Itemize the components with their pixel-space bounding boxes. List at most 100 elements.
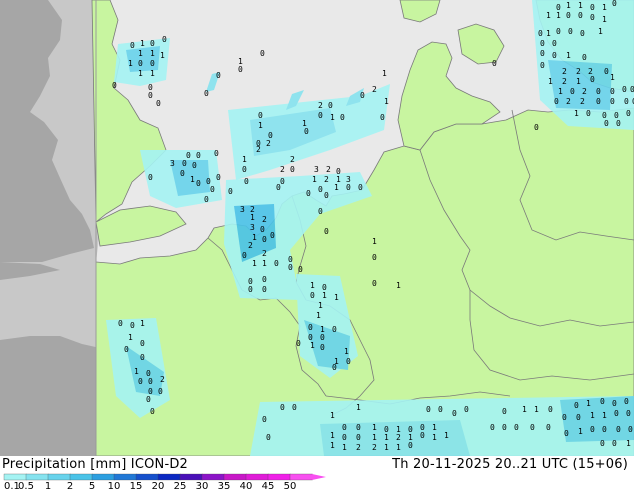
grid-value-label: 0 [260,225,265,234]
grid-value-label: 2 [256,145,261,154]
grid-value-label: 0 [216,71,221,80]
grid-value-label: 1 [444,431,449,440]
grid-value-label: 1 [316,311,321,320]
grid-value-label: 1 [310,281,315,290]
legend-tick-label: 5 [89,481,95,490]
grid-value-label: 0 [140,339,145,348]
grid-value-label: 2 [562,67,567,76]
grid-value-label: 0 [490,423,495,432]
grid-value-label: 0 [596,87,601,96]
grid-value-label: 0 [308,323,313,332]
legend-swatch [3,473,27,481]
valid-time: Th 20-11-2025 20..21 UTC (15+06) [392,457,628,472]
grid-value-label: 1 [548,77,553,86]
grid-value-label: 0 [112,81,117,90]
grid-value-label: 1 [356,403,361,412]
grid-value-label: 1 [590,411,595,420]
legend-tick-label: 15 [130,481,143,490]
precipitation-legend: 0.10.5 1 2 5 10 15 20 25 30 35 40 45 50 [3,473,326,490]
grid-value-label: 2 [372,85,377,94]
grid-value-label: 1 [372,423,377,432]
grid-value-label: 0 [360,91,365,100]
grid-value-label: 0 [408,441,413,450]
grid-value-label: 0 [340,113,345,122]
grid-value-label: 2 [324,175,329,184]
grid-value-label: 1 [250,213,255,222]
legend-swatches [3,473,326,481]
grid-value-label: 1 [578,427,583,436]
grid-value-label: 1 [558,87,563,96]
grid-value-label: 0 [590,3,595,12]
grid-value-label: 2 [160,375,165,384]
grid-value-label: 1 [310,341,315,350]
grid-value-label: 0 [622,85,627,94]
grid-value-label: 0 [130,321,135,330]
grid-value-label: 0 [464,405,469,414]
legend-swatch [113,473,137,481]
grid-value-label: 0 [624,397,629,406]
grid-value-label: 2 [262,249,267,258]
grid-value-label: 0 [546,423,551,432]
grid-value-label: 0 [580,29,585,38]
grid-value-label: 1 [160,51,165,60]
legend-swatch [47,473,71,481]
grid-value-label: 3 [170,159,175,168]
grid-value-label: 0 [626,109,631,118]
legend-arrow [312,474,326,480]
grid-value-label: 0 [426,405,431,414]
grid-value-label: 0 [630,85,634,94]
grid-value-label: 1 [534,405,539,414]
grid-value-label: 2 [248,241,253,250]
grid-value-label: 1 [396,281,401,290]
grid-value-label: 1 [330,113,335,122]
grid-value-label: 0 [328,101,333,110]
grid-value-label: 0 [626,409,631,418]
precip-patch-alps-east [560,396,634,442]
grid-value-label: 0 [150,39,155,48]
grid-value-label: 0 [292,403,297,412]
grid-value-label: 0 [600,397,605,406]
grid-value-label: 1 [128,59,133,68]
grid-value-label: 0 [262,235,267,244]
grid-value-label: 1 [242,155,247,164]
grid-value-label: 0 [610,87,615,96]
grid-value-label: 1 [262,259,267,268]
grid-value-label: 0 [492,59,497,68]
grid-value-label: 1 [546,29,551,38]
grid-value-label: 1 [334,183,339,192]
grid-value-label: 0 [262,415,267,424]
grid-value-label: 0 [540,61,545,70]
grid-value-label: 0 [534,123,539,132]
grid-value-label: 0 [148,173,153,182]
grid-value-label: 0 [124,345,129,354]
grid-value-label: 0 [162,35,167,44]
grid-value-label: 0 [262,285,267,294]
grid-value-label: 0 [342,433,347,442]
legend-swatch [179,473,203,481]
grid-value-label: 0 [242,165,247,174]
grid-value-label: 1 [322,291,327,300]
grid-value-label: 0 [296,339,301,348]
grid-value-label: 1 [598,27,603,36]
grid-value-label: 1 [384,443,389,452]
legend-tick-label: 40 [240,481,253,490]
grid-value-label: 0 [356,433,361,442]
legend-tick-label: 50 [284,481,297,490]
grid-value-label: 0 [304,127,309,136]
grid-value-label: 0 [616,425,621,434]
grid-value-label: 1 [610,73,615,82]
grid-value-label: 0 [130,41,135,50]
grid-value-label: 1 [258,121,263,130]
grid-value-label: 0 [612,399,617,408]
grid-value-label: 1 [140,319,145,328]
grid-value-label: 0 [310,291,315,300]
grid-value-label: 0 [612,0,617,8]
legend-swatch [245,473,269,481]
legend-swatch [201,473,225,481]
grid-value-label: 1 [344,347,349,356]
grid-value-label: 1 [312,175,317,184]
grid-value-label: 0 [568,27,573,36]
grid-value-label: 0 [248,285,253,294]
precipitation-map: 0 1 0 01 1 11 0 01 10 000100001202 00 1 010010202010… [0,0,634,456]
legend-swatch [223,473,247,481]
